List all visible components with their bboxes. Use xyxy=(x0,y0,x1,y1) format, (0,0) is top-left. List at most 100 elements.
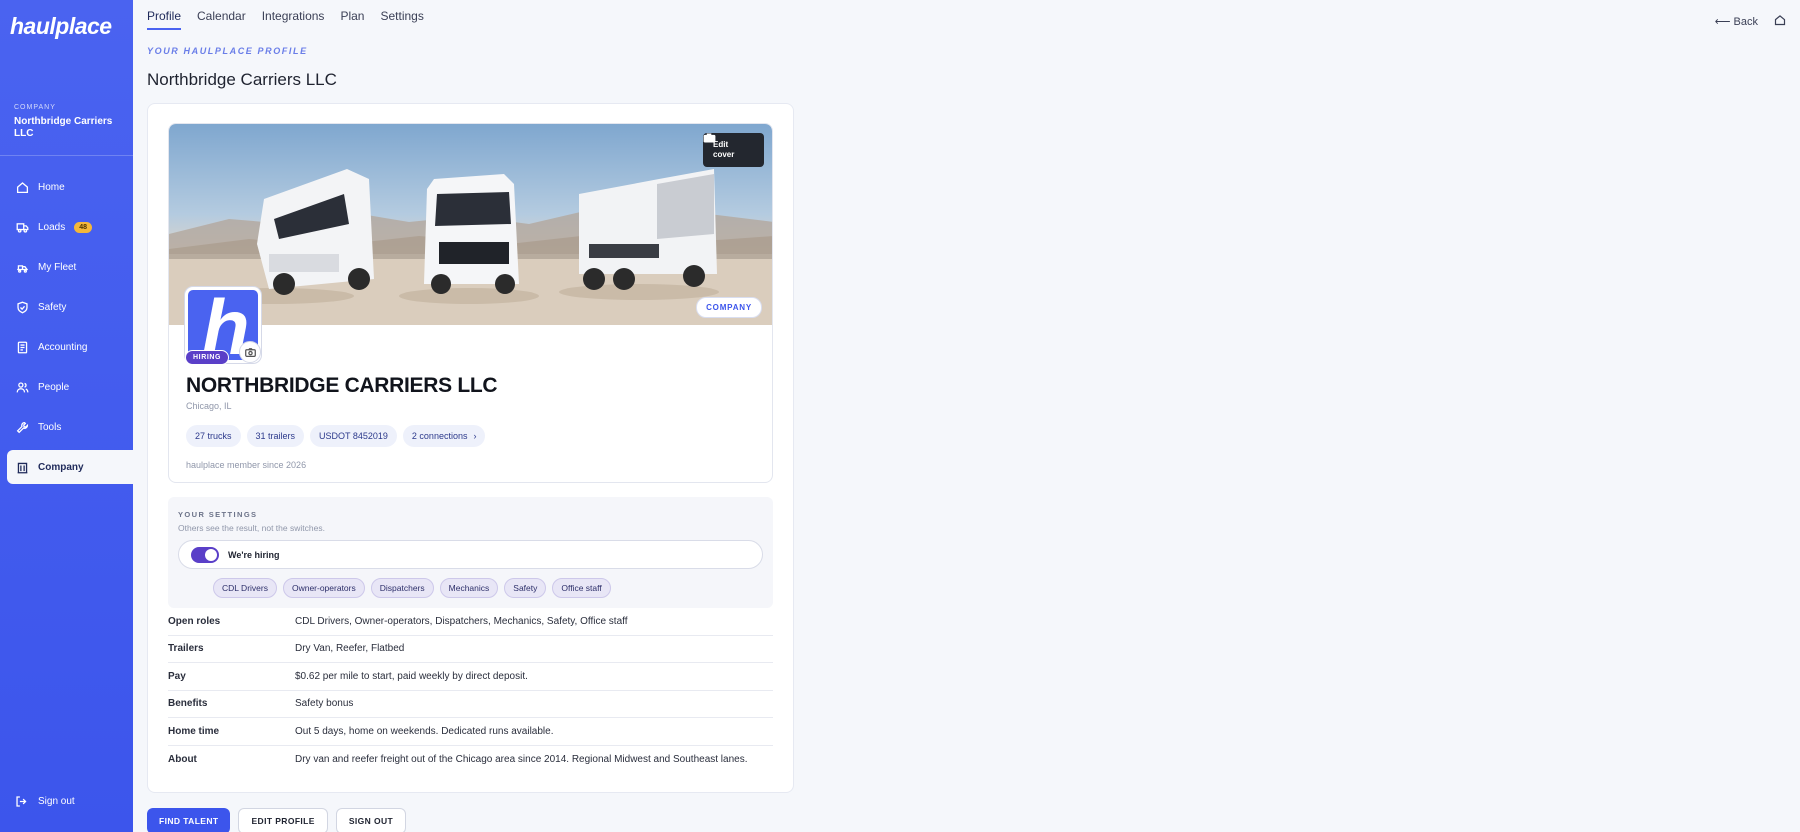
company-type-pill: COMPANY xyxy=(696,297,762,318)
sidebar-nav: Home Loads 48 My Fleet Safety Accounting… xyxy=(7,170,133,490)
info-value: Dry Van, Reefer, Flatbed xyxy=(295,643,405,655)
your-settings-panel: YOUR SETTINGS Others see the result, not… xyxy=(168,497,773,608)
loads-count-badge: 48 xyxy=(74,221,93,233)
sidebar-item-label: Loads xyxy=(38,221,66,233)
role-tag-cdl-drivers[interactable]: CDL Drivers xyxy=(213,578,277,598)
sidebar-divider xyxy=(0,155,133,156)
connections-label: 2 connections xyxy=(411,431,468,441)
sidebar-item-label: People xyxy=(38,381,70,393)
table-row: Pay $0.62 per mile to start, paid weekly… xyxy=(168,663,773,691)
app-logo[interactable]: haulplace xyxy=(10,13,112,40)
profile-card: Edit cover COMPANY h HIRING NORTHBRIDGE C… xyxy=(168,123,773,483)
change-avatar-button[interactable] xyxy=(239,341,261,363)
hiring-toggle-row[interactable]: We're hiring xyxy=(178,540,763,569)
sidebar-sign-out[interactable]: Sign out xyxy=(15,795,75,808)
edit-cover-label: Edit cover xyxy=(713,140,735,159)
usdot-chip: USDOT 8452019 xyxy=(310,425,397,447)
role-tag-owner-operators[interactable]: Owner-operators xyxy=(282,578,365,598)
connections-chip[interactable]: 2 connections › xyxy=(402,425,486,447)
camera-icon xyxy=(703,133,716,143)
page-eyebrow: YOUR HAULPLACE PROFILE xyxy=(147,46,308,56)
table-row: Trailers Dry Van, Reefer, Flatbed xyxy=(168,636,773,663)
tab-calendar[interactable]: Calendar xyxy=(197,0,246,30)
role-tag-mechanics[interactable]: Mechanics xyxy=(439,578,499,598)
camera-icon xyxy=(244,347,256,357)
info-value: Dry van and reefer freight out of the Ch… xyxy=(295,753,748,765)
role-tag-safety[interactable]: Safety xyxy=(504,578,547,598)
truck-icon xyxy=(15,220,29,234)
settings-eyebrow: YOUR SETTINGS xyxy=(178,510,258,519)
sidebar-item-company[interactable]: Company xyxy=(7,450,133,484)
sidebar-item-safety[interactable]: Safety xyxy=(7,290,133,324)
member-since: haulplace member since 2026 xyxy=(186,460,307,470)
info-value: $0.62 per mile to start, paid weekly by … xyxy=(295,670,528,682)
role-tags: CDL Drivers Owner-operators Dispatchers … xyxy=(213,578,617,598)
page-title: Northbridge Carriers LLC xyxy=(147,70,337,89)
company-stats: 27 trucks 31 trailers USDOT 8452019 2 co… xyxy=(186,425,491,447)
company-location: Chicago, IL xyxy=(186,401,232,411)
home-icon[interactable] xyxy=(1774,14,1786,29)
tab-integrations[interactable]: Integrations xyxy=(262,0,325,30)
home-icon xyxy=(15,180,29,194)
sidebar-item-label: My Fleet xyxy=(38,261,77,273)
settings-subtitle: Others see the result, not the switches. xyxy=(178,523,325,533)
hiring-badge: HIRING xyxy=(185,350,230,365)
hiring-toggle[interactable] xyxy=(191,546,219,563)
sidebar-item-label: Company xyxy=(38,461,84,473)
edit-cover-button[interactable]: Edit cover xyxy=(703,133,764,167)
building-icon xyxy=(15,460,29,474)
tab-settings[interactable]: Settings xyxy=(380,0,423,30)
sidebar-company-name: Northbridge Carriers LLC xyxy=(14,116,113,139)
sidebar-item-label: Tools xyxy=(38,421,62,433)
table-row: Home time Out 5 days, home on weekends. … xyxy=(168,718,773,746)
info-key: Home time xyxy=(168,725,220,737)
top-right-actions: ⟵ Back xyxy=(1715,14,1786,29)
shield-check-icon xyxy=(15,300,29,314)
profile-panel: Edit cover COMPANY h HIRING NORTHBRIDGE C… xyxy=(147,103,794,793)
back-link[interactable]: ⟵ Back xyxy=(1715,15,1758,28)
chevron-right-icon: › xyxy=(473,431,477,441)
info-key: Trailers xyxy=(168,643,204,655)
sidebar-company-block: COMPANY Northbridge Carriers LLC xyxy=(14,104,126,140)
sidebar-item-loads[interactable]: Loads 48 xyxy=(7,210,133,244)
company-info-table: Open roles CDL Drivers, Owner-operators,… xyxy=(168,608,773,773)
tab-profile[interactable]: Profile xyxy=(147,0,182,30)
info-value: Safety bonus xyxy=(295,698,354,710)
sidebar-item-my-fleet[interactable]: My Fleet xyxy=(7,250,133,284)
role-tag-dispatchers[interactable]: Dispatchers xyxy=(370,578,434,598)
edit-profile-button[interactable]: EDIT PROFILE xyxy=(238,808,328,832)
info-value: CDL Drivers, Owner-operators, Dispatcher… xyxy=(295,615,628,627)
info-key: Benefits xyxy=(168,698,208,710)
info-key: About xyxy=(168,753,197,765)
fleet-icon xyxy=(15,260,29,274)
info-value: Out 5 days, home on weekends. Dedicated … xyxy=(295,725,554,737)
sidebar-company-eyebrow: COMPANY xyxy=(14,104,56,111)
sidebar-sign-out-label: Sign out xyxy=(38,796,75,807)
trucks-chip: 27 trucks xyxy=(186,425,241,447)
sidebar: haulplace COMPANY Northbridge Carriers L… xyxy=(0,0,133,832)
sidebar-item-label: Safety xyxy=(38,301,67,313)
trailers-chip: 31 trailers xyxy=(246,425,305,447)
table-row: Benefits Safety bonus xyxy=(168,691,773,718)
company-name-heading: NORTHBRIDGE CARRIERS LLC xyxy=(186,374,498,397)
sidebar-item-accounting[interactable]: Accounting xyxy=(7,330,133,364)
sidebar-item-people[interactable]: People xyxy=(7,370,133,404)
top-tabs: Profile Calendar Integrations Plan Setti… xyxy=(147,0,440,30)
sidebar-item-home[interactable]: Home xyxy=(7,170,133,204)
tab-plan[interactable]: Plan xyxy=(340,0,364,30)
hiring-toggle-label: We're hiring xyxy=(228,549,280,560)
profile-actions: FIND TALENT EDIT PROFILE SIGN OUT xyxy=(147,808,414,832)
sidebar-item-label: Accounting xyxy=(38,341,88,353)
table-row: About Dry van and reefer freight out of … xyxy=(168,746,773,774)
find-talent-button[interactable]: FIND TALENT xyxy=(147,808,231,832)
sidebar-item-tools[interactable]: Tools xyxy=(7,410,133,444)
table-row: Open roles CDL Drivers, Owner-operators,… xyxy=(168,608,773,636)
role-tag-office-staff[interactable]: Office staff xyxy=(552,578,611,598)
sign-out-icon xyxy=(16,796,27,807)
sidebar-item-label: Home xyxy=(38,181,65,193)
document-icon xyxy=(15,340,29,354)
wrench-icon xyxy=(15,420,29,434)
people-icon xyxy=(15,380,29,394)
info-key: Pay xyxy=(168,670,186,682)
sign-out-button[interactable]: SIGN OUT xyxy=(335,808,407,832)
